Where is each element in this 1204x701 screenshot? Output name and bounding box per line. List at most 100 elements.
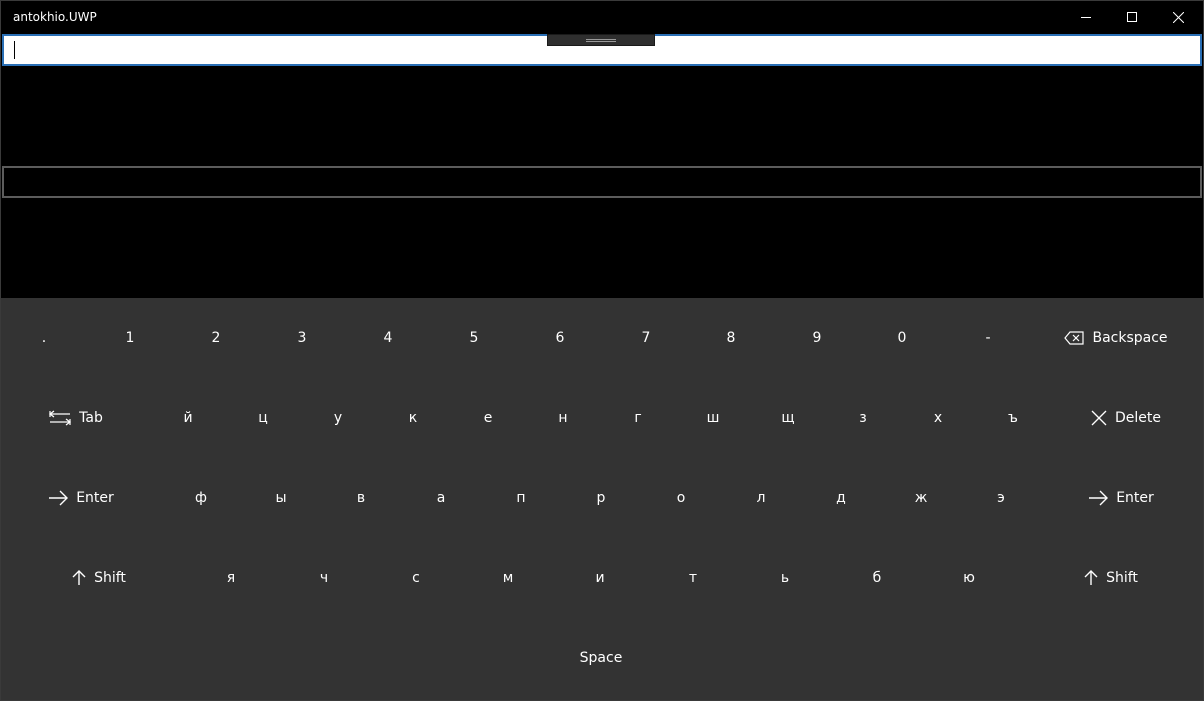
key-6[interactable]: 6 — [539, 298, 581, 378]
key-cyr-v[interactable]: в — [340, 458, 382, 538]
delete-icon — [1091, 410, 1107, 426]
key-cyr-shch[interactable]: щ — [767, 378, 809, 458]
key-cyr-e-reverse[interactable]: э — [980, 458, 1022, 538]
key-enter-right[interactable]: Enter — [1071, 458, 1171, 538]
key-cyr-u[interactable]: у — [317, 378, 359, 458]
key-label: Backspace — [1092, 330, 1168, 346]
text-caret — [14, 41, 15, 59]
key-cyr-a[interactable]: а — [420, 458, 462, 538]
key-label: 8 — [726, 330, 736, 346]
grip-line — [586, 39, 616, 40]
key-cyr-l[interactable]: л — [740, 458, 782, 538]
minimize-icon — [1081, 17, 1091, 18]
key-label: 6 — [555, 330, 565, 346]
key-cyr-o[interactable]: о — [660, 458, 702, 538]
key-label: 1 — [125, 330, 135, 346]
key-label: л — [756, 490, 766, 506]
minimize-button[interactable] — [1063, 1, 1109, 33]
key-delete[interactable]: Delete — [1071, 378, 1181, 458]
key-cyr-k[interactable]: к — [392, 378, 434, 458]
key-label: г — [634, 410, 642, 426]
key-label: 0 — [897, 330, 907, 346]
key-cyr-short-i[interactable]: й — [167, 378, 209, 458]
key-label: е — [483, 410, 493, 426]
key-label: 9 — [812, 330, 822, 346]
key-cyr-y[interactable]: ы — [260, 458, 302, 538]
key-label: э — [997, 490, 1005, 506]
window-title: antokhio.UWP — [13, 10, 97, 24]
grip-line — [586, 41, 616, 42]
tab-icon — [49, 410, 72, 426]
key-label: к — [408, 410, 418, 426]
key-backspace[interactable]: Backspace — [1041, 298, 1191, 378]
key-cyr-ch[interactable]: ч — [303, 538, 345, 618]
key-cyr-zh[interactable]: ж — [900, 458, 942, 538]
key-cyr-i[interactable]: и — [579, 538, 621, 618]
key-cyr-sh[interactable]: ш — [692, 378, 734, 458]
key-label: ы — [275, 490, 287, 506]
key-shift-left[interactable]: Shift — [49, 538, 149, 618]
key-label: ь — [780, 570, 790, 586]
key-label: щ — [781, 410, 795, 426]
key-9[interactable]: 9 — [796, 298, 838, 378]
key-cyr-ts[interactable]: ц — [242, 378, 284, 458]
key-cyr-s[interactable]: с — [395, 538, 437, 618]
key-label: с — [412, 570, 420, 586]
key-cyr-kh[interactable]: х — [917, 378, 959, 458]
key-label: ю — [963, 570, 975, 586]
key-1[interactable]: 1 — [109, 298, 151, 378]
on-screen-keyboard: . 1 2 3 4 5 6 7 8 9 0 - Backspace Tab й … — [1, 298, 1203, 700]
key-label: б — [872, 570, 882, 586]
key-cyr-t[interactable]: т — [672, 538, 714, 618]
key-tab[interactable]: Tab — [31, 378, 121, 458]
maximize-button[interactable] — [1109, 1, 1155, 33]
title-bar[interactable]: antokhio.UWP — [1, 1, 1203, 33]
key-cyr-yu[interactable]: ю — [948, 538, 990, 618]
key-enter-left[interactable]: Enter — [31, 458, 131, 538]
key-label: й — [183, 410, 193, 426]
keyboard-drag-handle[interactable] — [547, 34, 655, 46]
key-cyr-soft-sign[interactable]: ь — [764, 538, 806, 618]
key-label: 2 — [211, 330, 221, 346]
key-cyr-f[interactable]: ф — [180, 458, 222, 538]
maximize-icon — [1127, 12, 1137, 22]
key-cyr-r[interactable]: р — [580, 458, 622, 538]
key-label: о — [676, 490, 686, 506]
key-cyr-b[interactable]: б — [856, 538, 898, 618]
enter-arrow-icon — [49, 490, 69, 506]
key-7[interactable]: 7 — [625, 298, 667, 378]
key-label: т — [688, 570, 698, 586]
key-label: ч — [319, 570, 329, 586]
close-button[interactable] — [1155, 1, 1201, 33]
key-shift-right[interactable]: Shift — [1061, 538, 1161, 618]
key-cyr-p[interactable]: п — [500, 458, 542, 538]
key-5[interactable]: 5 — [453, 298, 495, 378]
key-cyr-g[interactable]: г — [617, 378, 659, 458]
key-cyr-m[interactable]: м — [487, 538, 529, 618]
key-cyr-e[interactable]: е — [467, 378, 509, 458]
key-space[interactable]: Space — [161, 618, 1041, 698]
key-cyr-hard-sign[interactable]: ъ — [992, 378, 1034, 458]
key-0[interactable]: 0 — [881, 298, 923, 378]
key-label: р — [596, 490, 606, 506]
key-label: ъ — [1008, 410, 1018, 426]
key-cyr-z[interactable]: з — [842, 378, 884, 458]
key-label: Enter — [1116, 490, 1154, 506]
secondary-text-input[interactable] — [2, 166, 1202, 198]
key-minus[interactable]: - — [967, 298, 1009, 378]
key-label: ш — [706, 410, 720, 426]
key-cyr-ya[interactable]: я — [210, 538, 252, 618]
key-label: 5 — [469, 330, 479, 346]
key-label: - — [985, 330, 991, 346]
key-label: ц — [258, 410, 268, 426]
key-2[interactable]: 2 — [195, 298, 237, 378]
key-8[interactable]: 8 — [710, 298, 752, 378]
key-cyr-n[interactable]: н — [542, 378, 584, 458]
key-label: м — [502, 570, 514, 586]
key-label: з — [859, 410, 867, 426]
key-cyr-d[interactable]: д — [820, 458, 862, 538]
key-period[interactable]: . — [23, 298, 65, 378]
key-label: Delete — [1115, 410, 1161, 426]
key-4[interactable]: 4 — [367, 298, 409, 378]
key-3[interactable]: 3 — [281, 298, 323, 378]
